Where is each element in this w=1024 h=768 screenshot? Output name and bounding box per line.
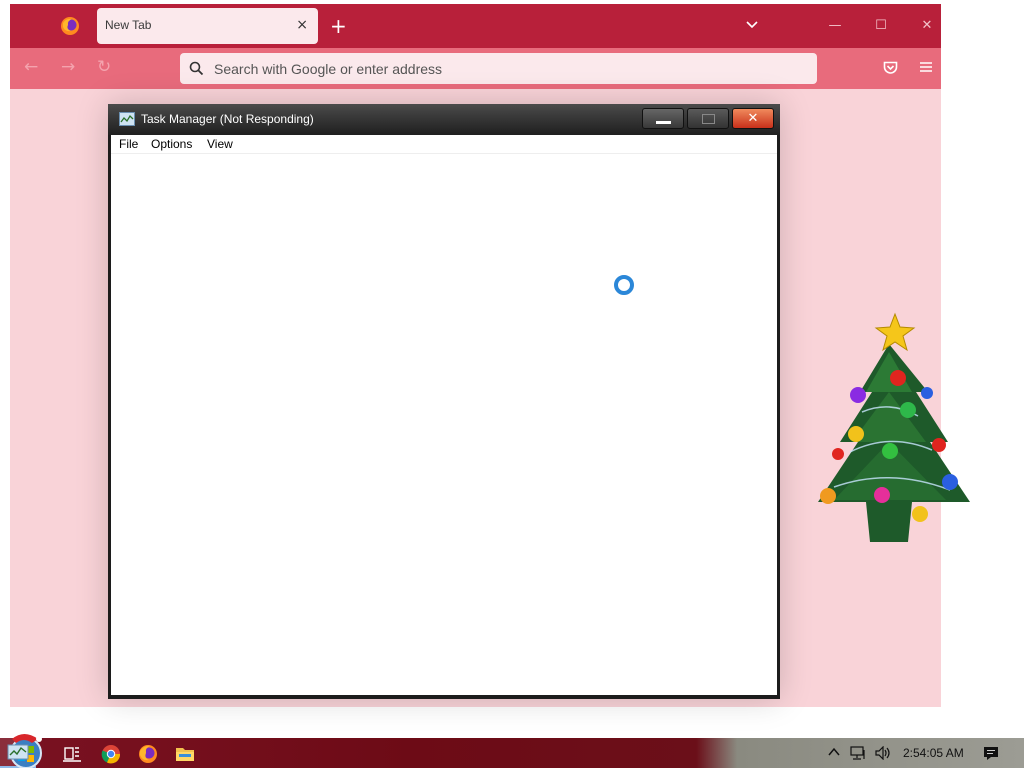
task-manager-titlebar[interactable]: Task Manager (Not Responding) ✕: [108, 104, 780, 135]
maximize-button[interactable]: [687, 108, 729, 129]
chrome-icon[interactable]: [100, 743, 122, 765]
menu-view[interactable]: View: [207, 137, 233, 151]
tab-bar: New Tab × + — ☐ ✕: [10, 4, 941, 48]
window-title: Task Manager (Not Responding): [141, 112, 314, 126]
chevron-up-icon[interactable]: [827, 745, 841, 759]
close-button[interactable]: ✕: [732, 108, 774, 129]
pocket-icon[interactable]: [883, 61, 898, 75]
forward-button[interactable]: →: [61, 57, 75, 77]
address-input[interactable]: [214, 53, 804, 84]
task-view-icon[interactable]: [61, 743, 83, 765]
menu-bar: File Options View: [111, 135, 777, 154]
tab-new-tab[interactable]: New Tab ×: [97, 8, 318, 44]
chevron-down-icon[interactable]: [745, 18, 759, 32]
taskbar: 2:54:05 AM: [0, 734, 1024, 768]
firefox-icon[interactable]: [137, 743, 159, 765]
network-icon[interactable]: [850, 746, 868, 760]
notification-center-icon[interactable]: [983, 746, 999, 761]
menu-file[interactable]: File: [119, 137, 138, 151]
task-manager-window: Task Manager (Not Responding) ✕ File Opt…: [108, 104, 780, 699]
maximize-icon: [702, 114, 715, 124]
maximize-button[interactable]: ☐: [866, 14, 896, 38]
minimize-button[interactable]: —: [820, 14, 850, 38]
back-button[interactable]: ←: [24, 57, 38, 77]
clock[interactable]: 2:54:05 AM: [903, 746, 964, 760]
navigation-toolbar: ← → ↻: [10, 48, 941, 89]
menu-options[interactable]: Options: [151, 137, 192, 151]
minimize-button[interactable]: [642, 108, 684, 129]
task-manager-icon: [7, 744, 29, 760]
volume-icon[interactable]: [874, 746, 892, 760]
tab-close-button[interactable]: ×: [296, 18, 308, 32]
christmas-tree-gadget[interactable]: [800, 312, 978, 552]
hamburger-menu-icon[interactable]: [919, 60, 933, 74]
new-tab-button[interactable]: +: [330, 16, 347, 36]
firefox-icon[interactable]: [60, 16, 80, 36]
close-window-button[interactable]: ✕: [912, 14, 942, 38]
search-icon: [189, 61, 204, 76]
minimize-icon: [656, 121, 671, 124]
task-manager-icon: [119, 112, 135, 126]
reload-button[interactable]: ↻: [97, 57, 111, 77]
file-explorer-icon[interactable]: [174, 743, 196, 765]
loading-spinner-icon: [614, 275, 634, 295]
address-bar[interactable]: [180, 53, 817, 84]
tab-label: New Tab: [105, 18, 152, 32]
task-manager-content: [111, 154, 777, 695]
